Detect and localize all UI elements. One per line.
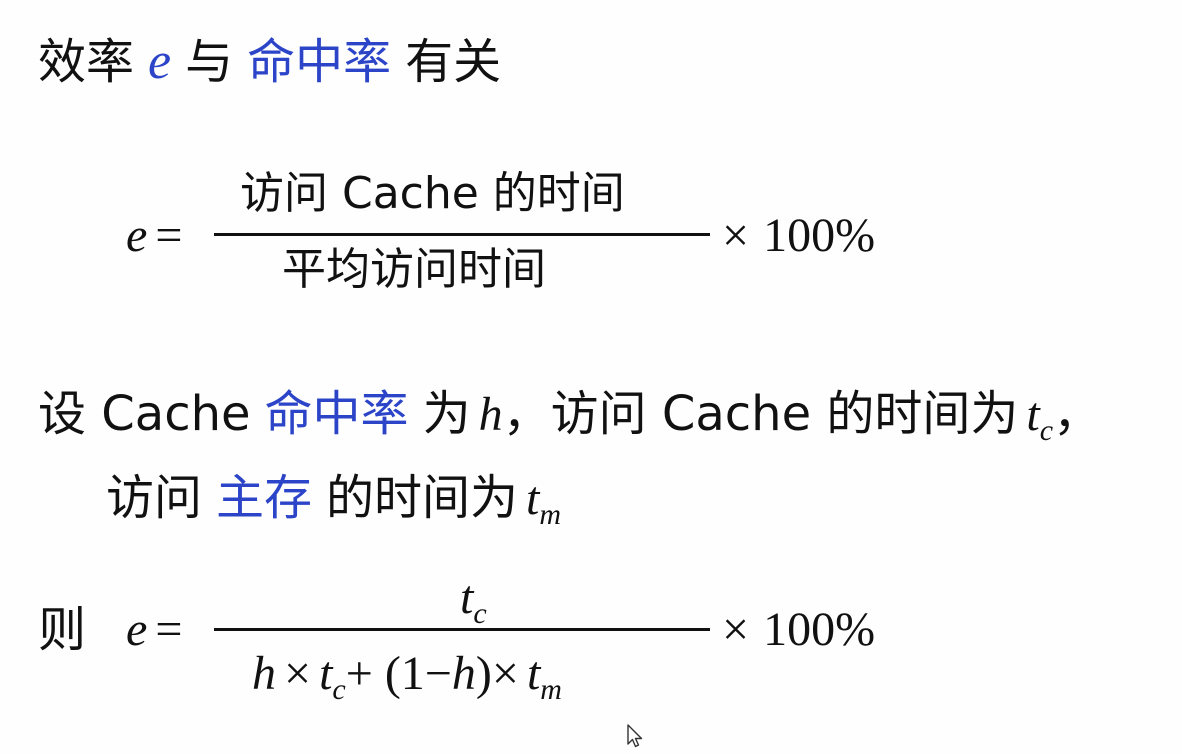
var-tm-t: t (526, 472, 540, 525)
formula2-den-close: )× (475, 647, 519, 700)
formula1-multiplier: × 100% (722, 212, 875, 260)
text-and: 与 (185, 34, 234, 90)
formula1-times: × (722, 209, 750, 262)
formula2-denominator: h × tc + (1− h )× tm (252, 647, 562, 705)
definition-line-2: 访问 主存 的时间为 tm (106, 470, 561, 530)
formula2-num-t: tc (460, 571, 487, 629)
heading-line: 效率 e 与 命中率 有关 (38, 36, 501, 88)
formula2-den-times1: × (284, 647, 312, 700)
formula2-den-sub1: c (332, 673, 346, 706)
slide: 效率 e 与 命中率 有关 e = 访问 Cache 的时间 平均访问时间 × … (0, 0, 1182, 754)
formula2-equals: = (155, 603, 183, 656)
formula2-times: × (722, 603, 750, 656)
formula2-den-t2: tm (526, 647, 562, 705)
var-tc-sub: c (1039, 414, 1054, 447)
definition-line-1: 设 Cache 命中率 为 h ，访问 Cache 的时间为 tc ， (38, 386, 1102, 446)
formula2-fraction-bar (214, 628, 710, 631)
text-access-cache-time: ，访问 Cache 的时间为 (502, 386, 1019, 442)
var-tm-sub: m (539, 498, 562, 531)
text-set-cache: 设 Cache (38, 386, 251, 442)
var-h: h (478, 388, 503, 441)
formula2-then: 则 (38, 606, 86, 654)
formula2-num-sub: c (473, 597, 487, 630)
text-related: 有关 (405, 34, 502, 90)
term-hit-rate-2: 命中率 (264, 386, 409, 442)
formula1-denominator: 平均访问时间 (282, 248, 546, 292)
formula2-num-t-base: t (460, 571, 474, 624)
formula2-den-t1: tc (319, 647, 346, 705)
formula2-lhs: e = (126, 606, 182, 654)
formula1-denominator-text: 平均访问时间 (282, 244, 546, 295)
text-as: 为 (422, 386, 471, 442)
formula2-den-h2: h (451, 647, 476, 700)
formula1-lhs: e = (126, 212, 182, 260)
text-efficiency: 效率 (38, 34, 135, 90)
text-time-as: 的时间为 (326, 470, 519, 526)
formula1-fraction-bar (214, 233, 710, 236)
formula2-den-t1-base: t (319, 647, 333, 700)
formula1-var-e: e (126, 209, 148, 262)
text-then: 则 (38, 602, 87, 658)
formula2-var-e: e (126, 603, 148, 656)
formula2-den-sub2: m (540, 673, 562, 706)
text-access: 访问 (106, 470, 203, 526)
formula2-den-t2-base: t (526, 647, 541, 700)
term-hit-rate: 命中率 (247, 34, 392, 90)
formula2-multiplier: × 100% (722, 606, 875, 654)
formula2-den-h: h (252, 647, 276, 700)
var-tm: tm (526, 472, 561, 530)
var-e: e (148, 33, 172, 90)
text-comma: ， (1053, 386, 1102, 442)
mouse-pointer-icon (627, 724, 643, 748)
formula1-numerator: 访问 Cache 的时间 (240, 172, 625, 216)
formula2-percent: 100% (763, 603, 876, 656)
formula1-percent: 100% (763, 209, 876, 262)
formula2-numerator: tc (460, 571, 487, 629)
formula2-den-plus: + (1− (345, 647, 452, 700)
formula1-numerator-text: 访问 Cache 的时间 (240, 168, 625, 219)
var-tc: tc (1026, 388, 1053, 446)
formula1-equals: = (155, 209, 183, 262)
var-tc-t: t (1026, 388, 1040, 441)
term-main-memory: 主存 (216, 470, 313, 526)
